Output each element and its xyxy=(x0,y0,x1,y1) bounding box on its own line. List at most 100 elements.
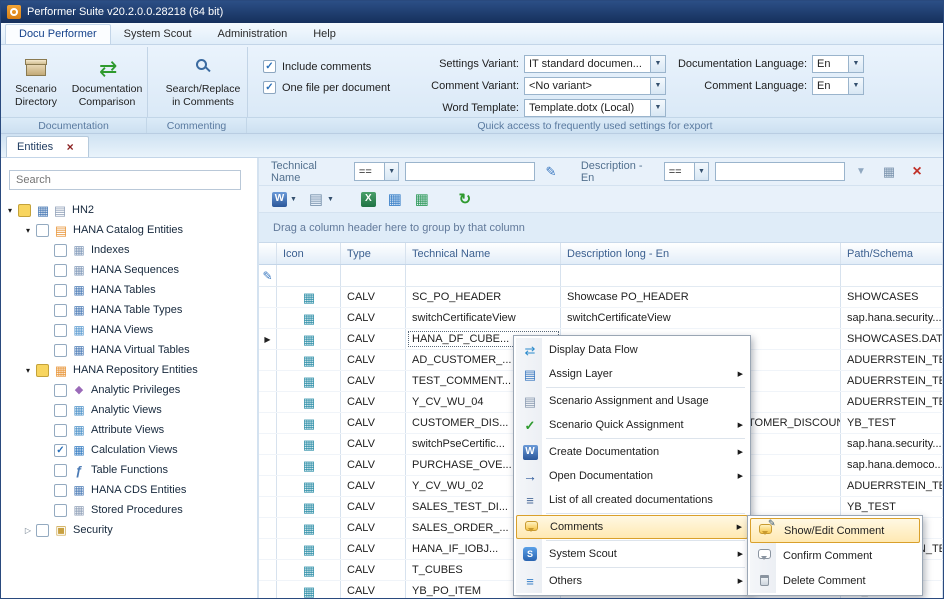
tree-checkbox[interactable] xyxy=(36,524,49,537)
tree-checkbox[interactable] xyxy=(54,324,67,337)
excel-export-button[interactable]: X xyxy=(358,188,379,210)
search-input[interactable] xyxy=(9,170,241,190)
menu-item-assign-layer[interactable]: ▤Assign Layer▶ xyxy=(516,362,748,386)
submenu-item-confirm-comment[interactable]: Confirm Comment xyxy=(750,543,920,568)
documentation-language-select[interactable]: En▼ xyxy=(812,55,864,73)
tree-item-hana-tables[interactable]: ▦HANA Tables xyxy=(1,280,257,300)
tree-item-hana-virtual-tables[interactable]: ▦HANA Virtual Tables xyxy=(1,340,257,360)
tree-checkbox[interactable] xyxy=(54,464,67,477)
refresh-button[interactable]: ↻ xyxy=(454,188,476,210)
funnel-button[interactable]: ▼ xyxy=(851,162,871,182)
tab-entities[interactable]: Entities× xyxy=(6,136,89,157)
ribbon-tab-docu-performer[interactable]: Docu Performer xyxy=(5,24,111,44)
chevron-down-icon[interactable]: ▼ xyxy=(848,78,863,94)
tree-item-analytic-privileges[interactable]: ◆Analytic Privileges xyxy=(1,380,257,400)
clear-filter-button[interactable]: × xyxy=(907,162,927,182)
word-export-button[interactable]: W▼ xyxy=(269,188,300,210)
auto-filter-cell[interactable] xyxy=(341,265,406,286)
menu-item-scenario-quick-assignment[interactable]: ✓Scenario Quick Assignment▶ xyxy=(516,413,748,437)
auto-filter-cell[interactable] xyxy=(561,265,841,286)
tree-checkbox[interactable] xyxy=(18,204,31,217)
column-header-technical-name[interactable]: Technical Name xyxy=(406,243,561,264)
tree-checkbox[interactable] xyxy=(54,384,67,397)
filter-input-description-en[interactable] xyxy=(715,162,845,181)
settings-variant-select[interactable]: IT standard documen...▼ xyxy=(524,55,666,73)
include-comments-checkbox[interactable]: ✓Include comments xyxy=(263,56,390,77)
tree-checkbox[interactable] xyxy=(54,484,67,497)
menu-item-open-documentation[interactable]: →Open Documentation▶ xyxy=(516,464,748,488)
menu-item-scenario-assignment-and-usage[interactable]: ▤Scenario Assignment and Usage xyxy=(516,389,748,413)
tree-item-table-functions[interactable]: ƒTable Functions xyxy=(1,460,257,480)
chevron-down-icon[interactable]: ▼ xyxy=(694,163,708,180)
tree-item-hana-views[interactable]: ▦HANA Views xyxy=(1,320,257,340)
tree-item-security[interactable]: ▷▣Security xyxy=(1,520,257,540)
auto-filter-cell[interactable] xyxy=(841,265,943,286)
tree-checkbox[interactable]: ✓ xyxy=(54,444,67,457)
tree-expand-icon[interactable]: ▾ xyxy=(21,366,35,375)
tree-checkbox[interactable] xyxy=(54,304,67,317)
tree-item-analytic-views[interactable]: ▦Analytic Views xyxy=(1,400,257,420)
tree-item-indexes[interactable]: ▦Indexes xyxy=(1,240,257,260)
filter-operator-technical-name[interactable]: ==▼ xyxy=(354,162,399,181)
ribbon-tab-administration[interactable]: Administration xyxy=(205,25,301,44)
auto-filter-cell[interactable] xyxy=(406,265,561,286)
submenu-item-delete-comment[interactable]: Delete Comment xyxy=(750,568,920,593)
tree-checkbox[interactable] xyxy=(54,264,67,277)
ribbon-tab-system-scout[interactable]: System Scout xyxy=(111,25,205,44)
tree-item-hana-cds-entities[interactable]: ▦HANA CDS Entities xyxy=(1,480,257,500)
word-template-select[interactable]: Template.dotx (Local)▼ xyxy=(524,99,666,117)
tree-expand-icon[interactable]: ▾ xyxy=(3,206,17,215)
tree-checkbox[interactable] xyxy=(54,344,67,357)
tree-checkbox[interactable] xyxy=(54,504,67,517)
menu-item-create-documentation[interactable]: WCreate Documentation▶ xyxy=(516,440,748,464)
table-export-button[interactable]: ▦ xyxy=(384,188,406,210)
tree-item-hana-repository-entities[interactable]: ▾▦HANA Repository Entities xyxy=(1,360,257,380)
filter-edit-button[interactable]: ✎ xyxy=(541,162,561,182)
tree-checkbox[interactable] xyxy=(36,364,49,377)
filter-input-technical-name[interactable] xyxy=(405,162,535,181)
template-button[interactable]: ▤▼ xyxy=(305,188,337,210)
tree-item-hn2[interactable]: ▾▦▤HN2 xyxy=(1,200,257,220)
chevron-down-icon[interactable]: ▼ xyxy=(848,56,863,72)
menu-item-system-scout[interactable]: SSystem Scout▶ xyxy=(516,542,748,566)
menu-item-others[interactable]: ≡Others▶ xyxy=(516,569,748,593)
tree-checkbox[interactable] xyxy=(54,424,67,437)
chevron-down-icon[interactable]: ▼ xyxy=(650,78,665,94)
tree-item-attribute-views[interactable]: ▦Attribute Views xyxy=(1,420,257,440)
column-header-path-schema[interactable]: Path/Schema xyxy=(841,243,943,264)
grid-filter-button[interactable]: ▦ xyxy=(879,162,899,182)
tree-checkbox[interactable] xyxy=(54,284,67,297)
chevron-down-icon[interactable]: ▼ xyxy=(384,163,398,180)
tree-checkbox[interactable] xyxy=(54,244,67,257)
tree-checkbox[interactable] xyxy=(36,224,49,237)
submenu-item-show-edit-comment[interactable]: Show/Edit Comment xyxy=(750,518,920,543)
table-import-button[interactable]: ▦ xyxy=(411,188,433,210)
table-row[interactable]: ▦CALVswitchCertificateViewswitchCertific… xyxy=(259,308,943,329)
comment-language-select[interactable]: En▼ xyxy=(812,77,864,95)
auto-filter-cell[interactable] xyxy=(277,265,341,286)
tree-item-hana-catalog-entities[interactable]: ▾▤HANA Catalog Entities xyxy=(1,220,257,240)
tree-item-calculation-views[interactable]: ✓▦Calculation Views xyxy=(1,440,257,460)
ribbon-tab-help[interactable]: Help xyxy=(300,25,349,44)
menu-item-comments[interactable]: Comments▶ xyxy=(516,515,748,539)
grid-auto-filter-row[interactable]: ✎ xyxy=(259,265,943,287)
menu-item-list-of-all-created-documentations[interactable]: ≡List of all created documentations xyxy=(516,488,748,512)
tree-expand-icon[interactable]: ▾ xyxy=(21,226,35,235)
table-row[interactable]: ▦CALVSC_PO_HEADERShowcase PO_HEADERSHOWC… xyxy=(259,287,943,308)
menu-item-display-data-flow[interactable]: ⇄Display Data Flow xyxy=(516,338,748,362)
tree-item-stored-procedures[interactable]: ▦Stored Procedures xyxy=(1,500,257,520)
search-replace-in-comments-button[interactable]: Search/Replace in Comments xyxy=(160,48,246,118)
tree-expand-icon[interactable]: ▷ xyxy=(21,526,35,535)
chevron-down-icon[interactable]: ▼ xyxy=(650,56,665,72)
column-header-type[interactable]: Type xyxy=(341,243,406,264)
column-header-description-long-en[interactable]: Description long - En xyxy=(561,243,841,264)
filter-operator-description-en[interactable]: ==▼ xyxy=(664,162,709,181)
comment-variant-select[interactable]: <No variant>▼ xyxy=(524,77,666,95)
documentation-comparison-button[interactable]: ⇄Documentation Comparison xyxy=(68,48,146,118)
one-file-per-document-checkbox[interactable]: ✓One file per document xyxy=(263,77,390,98)
scenario-directory-button[interactable]: Scenario Directory xyxy=(4,48,68,118)
tree-item-hana-table-types[interactable]: ▦HANA Table Types xyxy=(1,300,257,320)
tree-checkbox[interactable] xyxy=(54,404,67,417)
tree-item-hana-sequences[interactable]: ▦HANA Sequences xyxy=(1,260,257,280)
chevron-down-icon[interactable]: ▼ xyxy=(650,100,665,116)
